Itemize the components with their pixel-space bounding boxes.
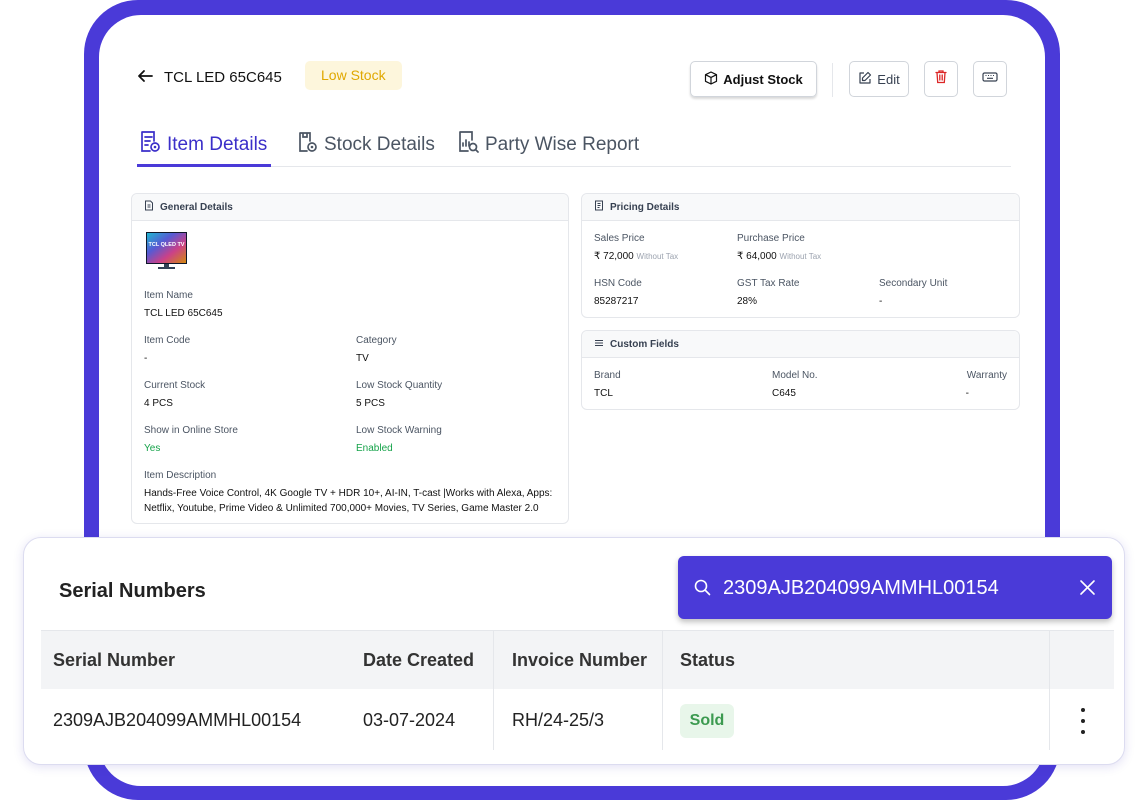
document-settings-icon — [139, 130, 161, 160]
tab-item-details-label: Item Details — [167, 134, 268, 155]
edit-label: Edit — [877, 71, 900, 87]
model-no-value: C645 — [772, 388, 796, 399]
brand-value: TCL — [594, 388, 613, 399]
column-date-created: Date Created — [363, 650, 475, 670]
gst-rate-value: 28% — [737, 296, 758, 307]
column-status: Status — [680, 650, 736, 670]
secondary-unit-label: Secondary Unit — [879, 278, 948, 289]
keyboard-shortcuts-button[interactable] — [973, 61, 1007, 97]
tab-item-details[interactable]: Item Details — [139, 128, 267, 162]
pencil-icon — [858, 71, 872, 88]
trash-icon — [934, 69, 948, 89]
pricing-details-title: Pricing Details — [610, 201, 680, 213]
box-icon — [704, 70, 718, 88]
general-details-card: General Details TCL QLED TV Item Name TC… — [131, 193, 569, 524]
stock-box-icon — [296, 130, 318, 160]
category-label: Category — [356, 335, 397, 346]
serial-number-cell: 2309AJB204099AMMHL00154 — [53, 710, 302, 730]
column-invoice-number: Invoice Number — [512, 650, 648, 670]
warranty-label: Warranty — [966, 370, 1007, 381]
invoice-number-cell[interactable]: RH/24-25/3 — [512, 710, 604, 731]
date-created-cell: 03-07-2024 — [363, 710, 456, 730]
serial-search-bar[interactable]: 2309AJB204099AMMHL00154 — [678, 556, 1112, 619]
low-stock-badge: Low Stock — [305, 61, 402, 90]
category-value: TV — [356, 353, 369, 364]
general-details-header: General Details — [132, 194, 568, 221]
close-icon[interactable] — [1079, 579, 1096, 601]
secondary-unit-value: - — [879, 296, 883, 307]
keyboard-icon — [982, 70, 998, 88]
page-header: TCL LED 65C645 Low Stock Adjust Stock Ed… — [137, 60, 1007, 97]
serial-table-header: Serial Number Date Created Invoice Numbe… — [41, 630, 1114, 689]
header-divider — [832, 63, 833, 97]
sales-price-label: Sales Price — [594, 233, 645, 244]
low-stock-warning-value: Enabled — [356, 443, 393, 454]
report-chart-icon — [457, 130, 479, 160]
item-description-label: Item Description — [144, 470, 217, 481]
column-serial-number: Serial Number — [53, 650, 176, 670]
gst-rate-label: GST Tax Rate — [737, 278, 800, 289]
low-stock-warning-label: Low Stock Warning — [356, 425, 442, 436]
low-stock-quantity-label: Low Stock Quantity — [356, 380, 443, 391]
tab-party-wise-report-label: Party Wise Report — [485, 134, 640, 155]
column-divider — [493, 630, 494, 750]
tab-stock-details-label: Stock Details — [324, 134, 435, 155]
custom-fields-card: Custom Fields Brand TCL Model No. C645 W… — [581, 330, 1020, 410]
active-tab-indicator — [137, 164, 271, 167]
item-name-value: TCL LED 65C645 — [144, 308, 223, 319]
adjust-stock-label: Adjust Stock — [723, 71, 803, 87]
item-name-label: Item Name — [144, 290, 193, 301]
delete-button[interactable] — [924, 61, 958, 97]
column-divider — [662, 630, 663, 750]
brand-label: Brand — [594, 370, 621, 381]
search-icon — [694, 579, 711, 601]
hsn-code-value: 85287217 — [594, 296, 639, 307]
tab-stock-details[interactable]: Stock Details — [296, 128, 435, 162]
online-store-value: Yes — [144, 443, 161, 454]
back-arrow-icon[interactable] — [137, 68, 153, 88]
low-stock-quantity-value: 5 PCS — [356, 398, 385, 409]
custom-fields-header: Custom Fields — [582, 331, 1019, 358]
pricing-details-card: Pricing Details Sales Price ₹ 72,000 Wit… — [581, 193, 1020, 318]
serial-search-input[interactable]: 2309AJB204099AMMHL00154 — [723, 577, 999, 600]
document-icon — [144, 200, 154, 214]
general-details-title: General Details — [160, 201, 233, 213]
status-badge: Sold — [680, 704, 734, 738]
serial-numbers-title: Serial Numbers — [59, 580, 206, 602]
product-image: TCL QLED TV — [145, 231, 188, 271]
model-no-label: Model No. — [772, 370, 818, 381]
custom-fields-title: Custom Fields — [610, 338, 679, 350]
item-description-value: Hands-Free Voice Control, 4K Google TV +… — [144, 488, 553, 514]
warranty-value: - — [965, 388, 969, 399]
item-code-label: Item Code — [144, 335, 191, 346]
list-icon — [594, 338, 604, 351]
online-store-label: Show in Online Store — [144, 425, 238, 436]
purchase-price-label: Purchase Price — [737, 233, 805, 244]
product-image-text: TCL QLED TV — [149, 242, 185, 248]
hsn-code-label: HSN Code — [594, 278, 642, 289]
item-code-value: - — [144, 353, 148, 364]
serial-numbers-card: Serial Numbers 2309AJB204099AMMHL00154 S… — [23, 537, 1125, 765]
adjust-stock-button[interactable]: Adjust Stock — [690, 61, 817, 97]
edit-button[interactable]: Edit — [849, 61, 909, 97]
tab-party-wise-report[interactable]: Party Wise Report — [457, 128, 639, 162]
current-stock-value: 4 PCS — [144, 398, 173, 409]
pricing-details-header: Pricing Details — [582, 194, 1019, 221]
more-options-icon[interactable] — [1078, 708, 1088, 734]
page-title: TCL LED 65C645 — [164, 69, 282, 86]
column-divider — [1049, 630, 1050, 750]
current-stock-label: Current Stock — [144, 380, 206, 391]
receipt-icon — [594, 200, 604, 214]
purchase-price-value: ₹ 64,000 Without Tax — [737, 251, 822, 262]
tab-bar: Item Details Stock Details Party Wise Re… — [137, 124, 1011, 167]
sales-price-value: ₹ 72,000 Without Tax — [594, 251, 679, 262]
